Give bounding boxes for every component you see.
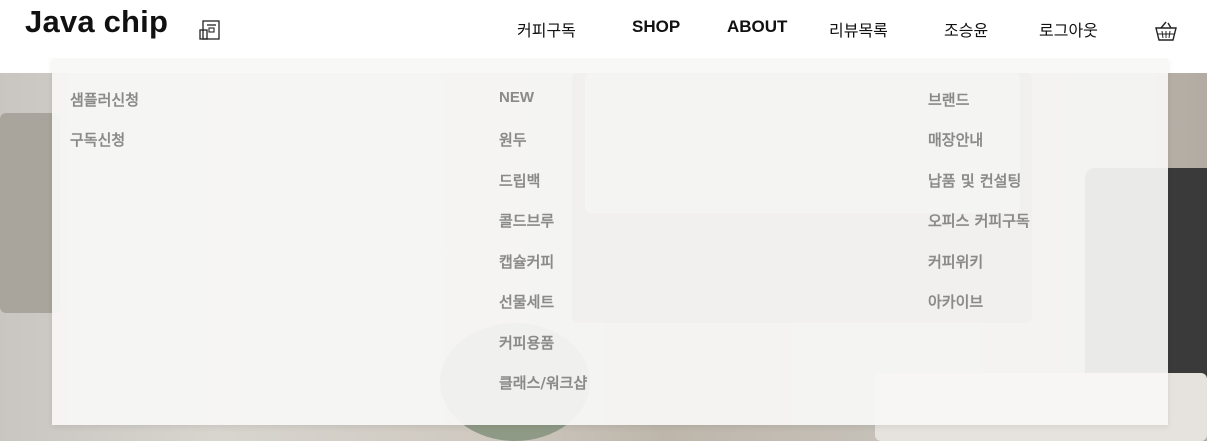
menu-item-coffee-wiki[interactable]: 커피위키 — [928, 251, 983, 272]
menu-item-cold-brew[interactable]: 콜드브루 — [499, 210, 554, 231]
menu-item-brand[interactable]: 브랜드 — [928, 89, 969, 110]
coffee-machine-icon — [199, 20, 220, 40]
nav-about[interactable]: ABOUT — [727, 17, 787, 37]
menu-item-gift-set[interactable]: 선물세트 — [499, 291, 554, 312]
menu-item-sampler-apply[interactable]: 샘플러신청 — [70, 89, 139, 110]
basket-icon[interactable] — [1154, 20, 1178, 42]
site-logo[interactable]: Java chip — [25, 4, 168, 40]
nav-logout[interactable]: 로그아웃 — [1039, 17, 1098, 41]
menu-item-new[interactable]: NEW — [499, 89, 534, 106]
menu-item-supply-consulting[interactable]: 납품 및 컨설팅 — [928, 170, 1021, 191]
site-header: Java chip 커피구독 SHOP ABOUT 리뷰목록 조승윤 로그아웃 — [0, 0, 1207, 58]
menu-item-beans[interactable]: 원두 — [499, 129, 527, 150]
nav-shop[interactable]: SHOP — [632, 17, 680, 37]
nav-user-name[interactable]: 조승윤 — [944, 17, 988, 41]
menu-item-capsule-coffee[interactable]: 캡슐커피 — [499, 251, 554, 272]
nav-reviews[interactable]: 리뷰목록 — [829, 17, 888, 41]
mega-menu-panel: 샘플러신청 구독신청 NEW 원두 드립백 콜드브루 캡슐커피 선물세트 커피용… — [52, 58, 1168, 425]
menu-item-coffee-supplies[interactable]: 커피용품 — [499, 332, 554, 353]
menu-item-class-workshop[interactable]: 클래스/워크샵 — [499, 372, 587, 393]
menu-item-archive[interactable]: 아카이브 — [928, 291, 983, 312]
nav-coffee-subscription[interactable]: 커피구독 — [517, 17, 576, 41]
menu-item-subscribe[interactable]: 구독신청 — [70, 129, 125, 150]
menu-item-drip-bag[interactable]: 드립백 — [499, 170, 540, 191]
menu-item-store-info[interactable]: 매장안내 — [928, 129, 983, 150]
menu-item-office-subscription[interactable]: 오피스 커피구독 — [928, 210, 1030, 231]
